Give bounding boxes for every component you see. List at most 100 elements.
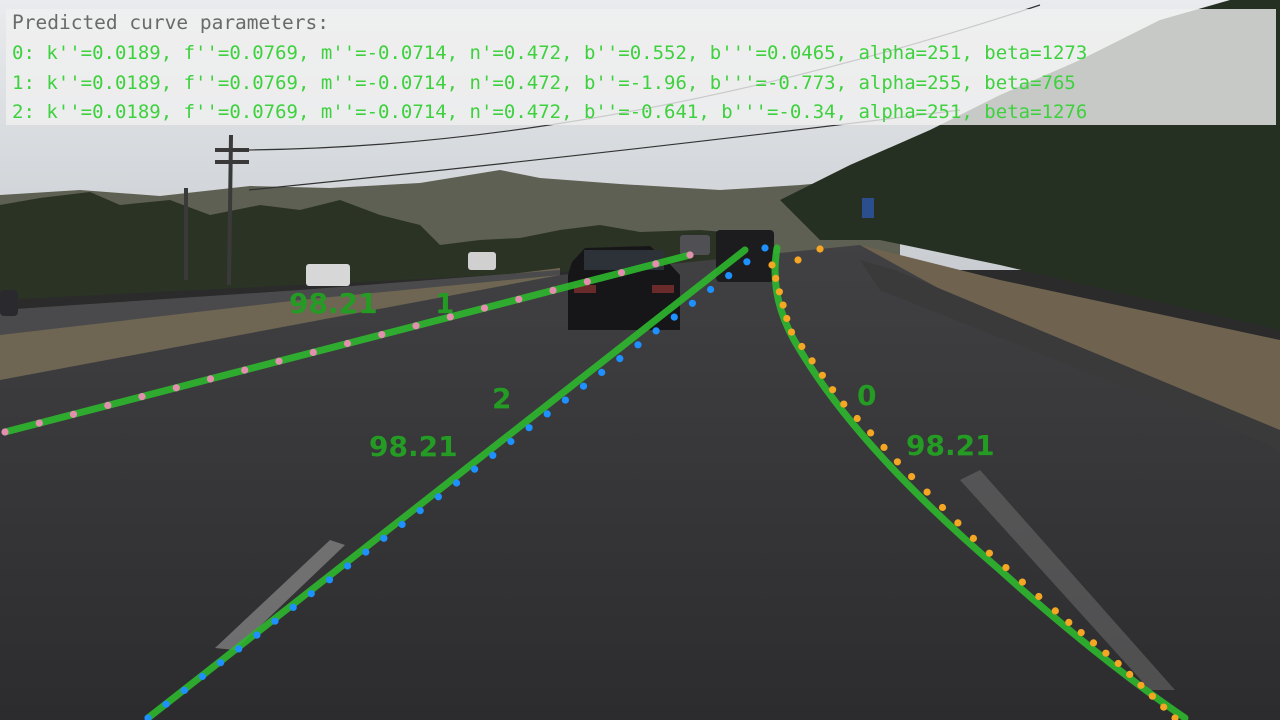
lane-0-sample-point [1089, 639, 1098, 647]
lane-0-sample-point [798, 342, 806, 351]
lane-0-id-label: 0 [857, 379, 877, 412]
lane-2-sample-point [616, 355, 624, 363]
lane-1-sample-point [69, 410, 78, 418]
lane-2-sample-point [561, 396, 570, 404]
lane-1-sample-point [206, 375, 215, 383]
lane-1-sample-point [652, 260, 660, 268]
lane-1-sample-point [275, 357, 283, 365]
lane-0-sample-point [867, 429, 875, 437]
lane-0-score-label: 98.21 [906, 429, 995, 462]
lane-2-sample-point [489, 451, 497, 459]
lane-2-sample-point [380, 534, 388, 542]
lane-0-sample-point [1114, 659, 1122, 668]
lane-1-score-label: 98.21 [289, 287, 378, 320]
lane-2-sample-point [471, 465, 479, 473]
lane-2-sample-point [579, 382, 588, 390]
lane-0-sample-point [1137, 681, 1145, 689]
lane-0-sample-point [775, 288, 784, 296]
lane-1-sample-point [480, 304, 489, 312]
lane-0-sample-point [829, 386, 837, 394]
lane-1-sample-point [241, 366, 249, 374]
lane-2-sample-point [707, 285, 715, 294]
lane-0-sample-point [1002, 564, 1010, 572]
lane-2-sample-point [416, 507, 424, 515]
lane-0-sample-point [1160, 703, 1168, 711]
lane-2-sample-point [325, 576, 334, 584]
lane-2-id-label: 2 [492, 382, 512, 415]
lane-0-sample-point [768, 261, 776, 269]
lane-0-sample-point [954, 519, 962, 527]
lane-2-sample-point [688, 299, 697, 307]
lane-1-sample-point [583, 278, 591, 286]
lane-0-sample-point [1126, 670, 1134, 679]
lane-0-sample-point [1018, 578, 1026, 586]
lane-2-sample-point [507, 437, 515, 446]
lane-1-sample-point [412, 322, 420, 330]
lane-2-sample-point [670, 313, 678, 321]
lane-2-sample-point [289, 603, 297, 612]
lane-1-id-label: 1 [435, 287, 455, 320]
lane-2-sample-point [217, 659, 225, 667]
lane-2-sample-point [253, 631, 261, 639]
lane-0-sample-point [893, 458, 902, 466]
lane-0-sample-point [908, 473, 916, 481]
curve-params-1: 1: k''=0.0189, f''=0.0769, m''=-0.0714, … [12, 72, 1076, 94]
curve-params-2: 2: k''=0.0189, f''=0.0769, m''=-0.0714, … [12, 101, 1088, 123]
lane-0-sample-point [1102, 649, 1110, 657]
lane-0-sample-point [1035, 592, 1043, 601]
lane-2-score-label: 98.21 [369, 430, 458, 463]
lane-0-sample-point [840, 400, 848, 408]
lane-1-sample-point [35, 419, 43, 427]
lane-1-sample-point [549, 286, 557, 294]
lane-1-sample-point [138, 393, 146, 401]
lane-2-sample-point [271, 617, 279, 625]
lane-1-sample-point [617, 269, 626, 277]
lane-1-sample-point [104, 401, 112, 409]
lane-2-sample-point [761, 244, 769, 252]
lane-0-sample-point [818, 371, 827, 379]
lane-1-sample-point [378, 331, 386, 339]
lane-0-sample-point [1065, 618, 1073, 627]
lane-2-sample-point [307, 590, 315, 598]
lane-0-sample-point [938, 503, 947, 512]
lane-0-sample-point [779, 301, 787, 309]
lane-1-sample-point [686, 251, 694, 259]
lane-0-sample-point [969, 534, 978, 543]
lane-2-sample-point [198, 672, 206, 681]
dashcam-frame: Predicted curve parameters: 0: k''=0.018… [0, 0, 1280, 720]
lane-2-sample-point [180, 686, 188, 695]
lane-0-sample-point [772, 274, 780, 282]
lane-2-sample-point [162, 700, 170, 708]
lane-2-sample-point [235, 645, 243, 653]
panel-title: Predicted curve parameters: [12, 11, 329, 34]
lane-2-sample-point [452, 479, 461, 487]
lane-0-sample-point [853, 414, 861, 423]
lane-1-sample-point [1, 428, 9, 436]
lane-2-sample-point [652, 327, 660, 335]
curve-params-0: 0: k''=0.0189, f''=0.0769, m''=-0.0714, … [12, 42, 1088, 64]
lane-2-sample-point [525, 424, 533, 432]
lane-0-sample-point [880, 443, 888, 451]
lane-2-sample-point [434, 493, 442, 501]
lane-2-sample-point [344, 562, 352, 570]
lane-0-sample-point [783, 314, 791, 323]
lane-2-sample-point [543, 410, 551, 418]
lane-2-sample-point [725, 272, 733, 280]
lane-0-sample-point [1051, 607, 1059, 615]
road-sign [862, 198, 874, 218]
lane-0-sample-point [808, 357, 816, 365]
lane-2-sample-point [634, 341, 642, 349]
lane-1-sample-point [343, 339, 352, 348]
lane-0-sample-point [787, 328, 796, 336]
lane-1-sample-point [172, 384, 180, 392]
lane-2-sample-point [598, 368, 606, 376]
lane-0-sample-point [816, 245, 824, 253]
lane-0-sample-point [794, 256, 802, 264]
lane-1-sample-point [309, 348, 317, 356]
lane-0-sample-point [1148, 692, 1156, 700]
lane-0-sample-point [923, 488, 931, 496]
lane-0-sample-point [985, 549, 994, 557]
lane-0-sample-point [1077, 629, 1085, 637]
lane-2-sample-point [743, 258, 751, 266]
lane-2-sample-point [398, 520, 406, 529]
